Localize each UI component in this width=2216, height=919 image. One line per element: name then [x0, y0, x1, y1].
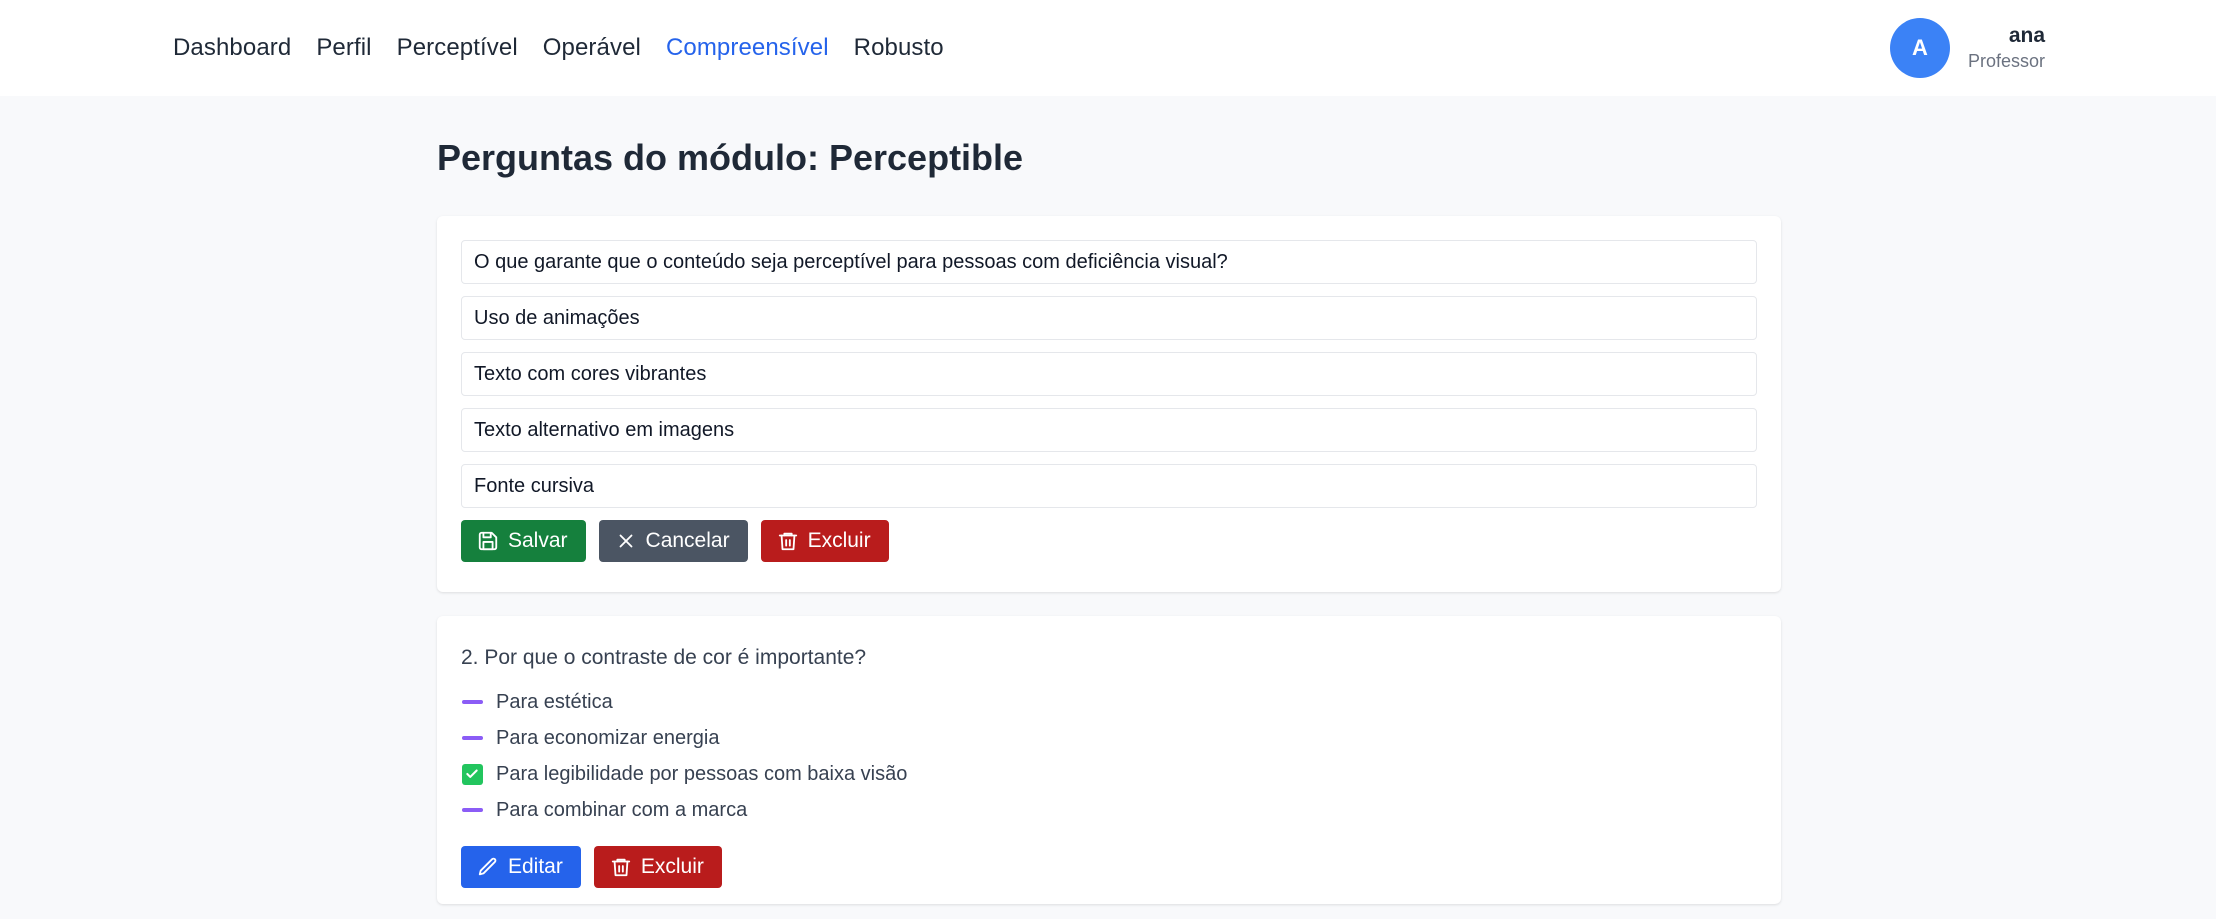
nav-item-operavel[interactable]: Operável [543, 34, 641, 62]
list-item: Para combinar com a marca [461, 792, 1757, 828]
user-name: ana [2008, 24, 2045, 47]
option-input-4[interactable] [461, 464, 1757, 508]
trash-icon [778, 532, 797, 551]
main-content: Perguntas do módulo: Perceptible Salvar … [437, 96, 1781, 904]
edit-button[interactable]: Editar [461, 846, 581, 888]
save-button-label: Salvar [508, 529, 568, 552]
option-label: Para combinar com a marca [496, 798, 748, 821]
question-edit-card: Salvar Cancelar Excluir [437, 216, 1781, 592]
page-title: Perguntas do módulo: Perceptible [437, 137, 1024, 178]
delete-button-label: Excluir [807, 529, 871, 552]
cancel-button[interactable]: Cancelar [598, 520, 748, 562]
question-card: 2. Por que o contraste de cor é importan… [437, 616, 1781, 904]
list-item: Para economizar energia [461, 720, 1757, 756]
dash-icon [461, 727, 483, 749]
cancel-button-label: Cancelar [645, 529, 730, 552]
close-icon [619, 534, 632, 548]
dash-icon [461, 799, 483, 821]
question-actions: Editar Excluir [461, 846, 1757, 888]
delete-button-label: Excluir [640, 855, 704, 878]
top-navbar: Dashboard Perfil Perceptível Operável Co… [0, 0, 2216, 96]
avatar[interactable]: A [1889, 18, 1950, 78]
list-item: Para estética [461, 684, 1757, 720]
nav-item-dashboard[interactable]: Dashboard [173, 34, 291, 62]
option-input-3[interactable] [461, 408, 1757, 452]
save-button[interactable]: Salvar [461, 520, 586, 562]
list-item: Para legibilidade por pessoas com baixa … [461, 756, 1757, 792]
user-info: ana Professor [1968, 23, 2045, 73]
option-label: Para legibilidade por pessoas com baixa … [496, 762, 908, 785]
user-role: Professor [1967, 51, 2045, 71]
delete-button[interactable]: Excluir [760, 520, 889, 562]
save-icon [478, 531, 498, 551]
nav-item-perceptivel[interactable]: Perceptível [397, 34, 518, 62]
option-input-2[interactable] [461, 352, 1757, 396]
check-icon [461, 763, 483, 785]
option-label: Para estética [496, 690, 613, 713]
pencil-icon [478, 857, 497, 876]
nav-item-perfil[interactable]: Perfil [316, 34, 371, 62]
option-label: Para economizar energia [496, 726, 720, 749]
edit-button-label: Editar [508, 855, 563, 878]
edit-actions: Salvar Cancelar Excluir [461, 520, 1757, 562]
question-input[interactable] [461, 240, 1757, 284]
dash-icon [461, 691, 483, 713]
nav-item-robusto[interactable]: Robusto [854, 34, 944, 62]
delete-question-button[interactable]: Excluir [593, 846, 722, 888]
user-menu[interactable]: A ana Professor [1889, 18, 2045, 78]
nav-item-compreensivel[interactable]: Compreensível [666, 34, 829, 62]
question-text: 2. Por que o contraste de cor é importan… [461, 646, 867, 669]
trash-icon [611, 858, 631, 877]
option-input-1[interactable] [461, 296, 1757, 340]
main-nav: Dashboard Perfil Perceptível Operável Co… [173, 0, 944, 96]
